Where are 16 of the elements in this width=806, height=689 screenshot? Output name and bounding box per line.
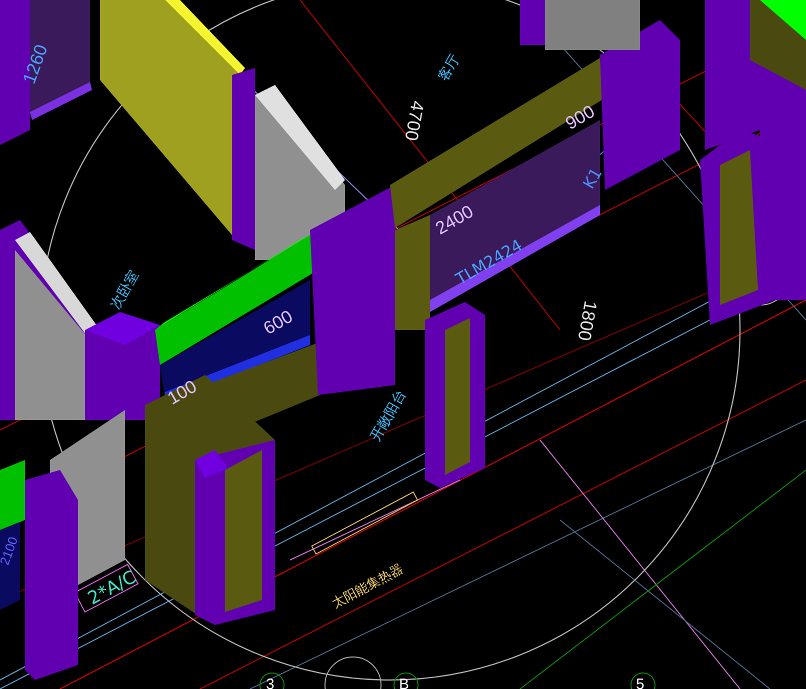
dimension-label: 2400 [432,201,477,238]
dimension-label: 600 [260,306,296,338]
dimension-label: 100 [164,376,200,408]
dimension-label: 1260 [18,42,52,86]
axis-label: 5 [636,676,644,689]
equipment-label: 太阳能集热器 [330,562,406,612]
room-label: 开敞阳台 [368,388,410,444]
room-label: 次卧室 [108,268,142,312]
tag-label: K1 [579,164,606,192]
axis-label: B [399,676,410,689]
dimension-label: 2100 [0,534,21,568]
dimension-label: 900 [562,101,598,134]
dimension-label: 1800 [574,299,601,342]
dimension-label: 4700 [401,99,428,142]
room-label: 客厅 [436,52,464,84]
axis-label: 3 [266,676,274,689]
